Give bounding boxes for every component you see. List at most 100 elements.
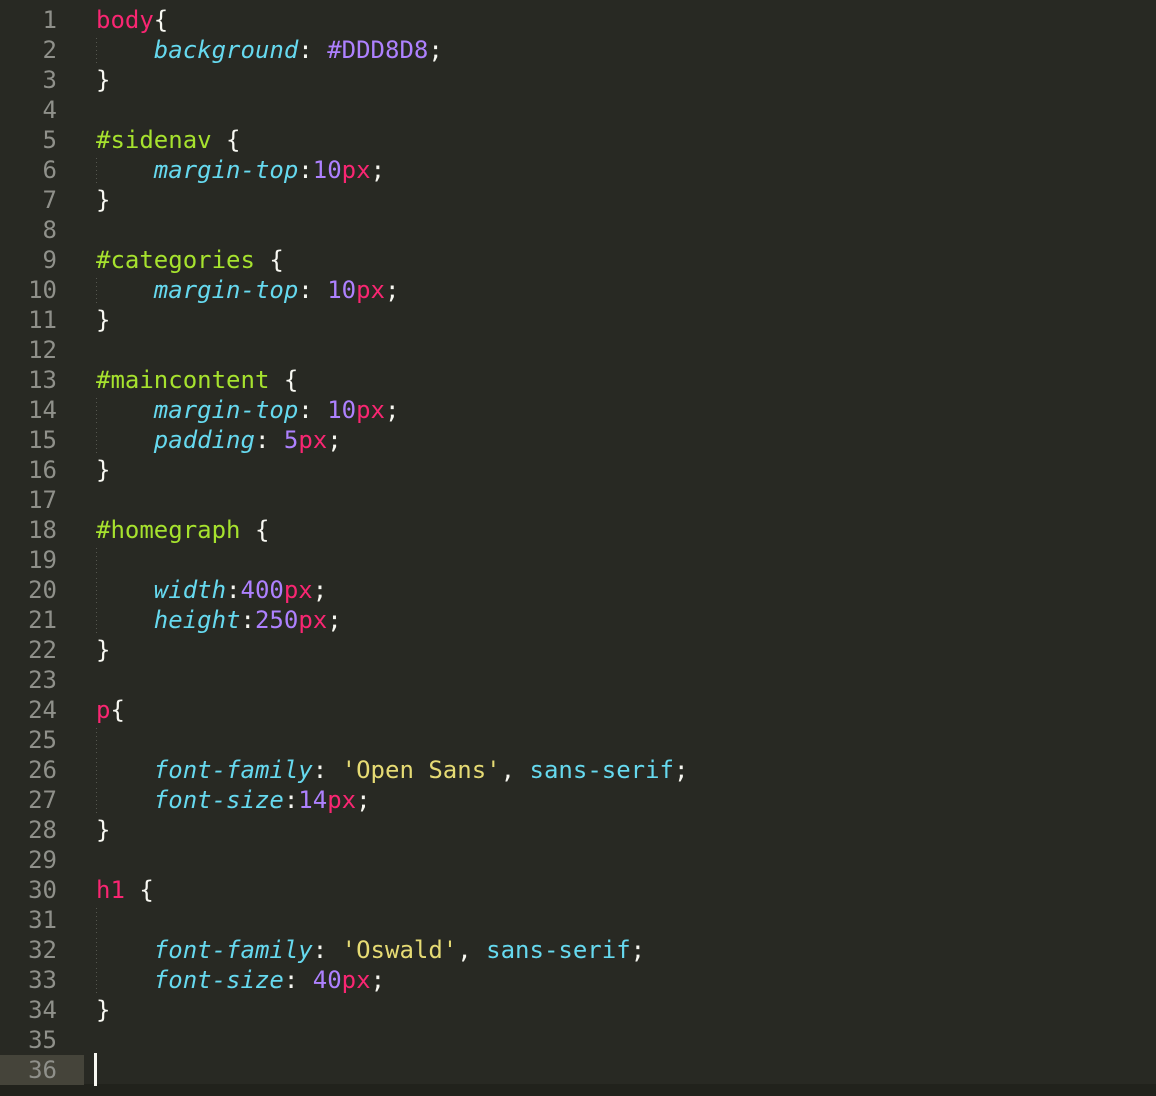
line-number: 30 [28,876,57,904]
token-punct: { [269,366,299,394]
code-line[interactable]: 8 [0,215,1156,245]
token-prop: margin-top [153,156,299,184]
token-ws [96,966,154,994]
code-line[interactable]: 27 font-size:14px; [0,785,1156,815]
token-punct: ; [356,786,371,814]
token-prop: font-family [153,936,313,964]
code-line[interactable]: 5 #sidenav { [0,125,1156,155]
code-line[interactable]: 26 font-family: 'Open Sans', sans-serif; [0,755,1156,785]
line-number: 2 [42,36,57,64]
token-ws [96,276,154,304]
token-prop: font-size [153,786,284,814]
code-text: #sidenav { [84,125,241,155]
code-text: } [84,455,110,485]
token-punct: { [240,516,270,544]
line-number: 35 [28,1026,57,1054]
token-unit: px [356,396,386,424]
code-line[interactable]: 22} [0,635,1156,665]
code-line[interactable]: 30 h1 { [0,875,1156,905]
token-punct: ; [674,756,689,784]
code-line[interactable]: 34} [0,995,1156,1025]
code-line[interactable]: 3} [0,65,1156,95]
code-text: padding: 5px; [84,425,342,455]
token-val: 5 [283,426,299,454]
code-line[interactable]: 25 [0,725,1156,755]
code-text: } [84,185,110,215]
code-text: #maincontent { [84,365,298,395]
code-line[interactable]: 11} [0,305,1156,335]
token-punct: : [254,426,284,454]
token-punct: ; [428,36,443,64]
code-line[interactable]: 19 [0,545,1156,575]
code-line[interactable]: 32 font-family: 'Oswald', sans-serif; [0,935,1156,965]
line-number: 21 [28,606,57,634]
code-line[interactable]: 31 [0,905,1156,935]
code-editor[interactable]: 1 body{2 background: #DDD8D8; 3} 4 5 #sidenav… [0,0,1156,1086]
token-prop: background [153,36,299,64]
code-line[interactable]: 9 #categories { [0,245,1156,275]
code-line[interactable]: 10 margin-top: 10px; [0,275,1156,305]
token-unit: px [327,786,357,814]
code-line[interactable]: 17 [0,485,1156,515]
code-text: font-size: 40px; [84,965,385,995]
code-line[interactable]: 33 font-size: 40px; [0,965,1156,995]
code-text: width:400px; [84,575,327,605]
token-punct: { [211,126,241,154]
code-text: margin-top: 10px; [84,275,399,305]
code-line[interactable]: 18 #homegraph { [0,515,1156,545]
code-text: font-family: 'Oswald', sans-serif; [84,935,645,965]
token-unit: px [341,966,371,994]
code-line[interactable]: 35 [0,1025,1156,1055]
code-line[interactable]: 20 width:400px; [0,575,1156,605]
code-line[interactable]: 13 #maincontent { [0,365,1156,395]
code-line[interactable]: 15 padding: 5px; [0,425,1156,455]
code-text: } [84,815,110,845]
token-unit: px [298,426,328,454]
line-number: 26 [28,756,57,784]
token-punct: ; [370,156,386,184]
code-line[interactable]: 29 [0,845,1156,875]
token-punct: { [254,246,284,274]
line-number: 32 [28,936,57,964]
token-ws [96,156,154,184]
token-sel: h1 [96,876,125,904]
token-prop: font-family [153,756,313,784]
code-line[interactable]: 28} [0,815,1156,845]
code-line[interactable]: 6 margin-top:10px; [0,155,1156,185]
line-number: 34 [28,996,57,1024]
code-line[interactable]: 14 margin-top: 10px; [0,395,1156,425]
token-punct: : [240,606,255,634]
code-line[interactable]: 1 body{ [0,5,1156,35]
line-number: 7 [42,186,57,214]
line-number: 12 [28,336,57,364]
token-punct: } [96,996,111,1024]
code-text: background: #DDD8D8; [84,35,443,65]
code-line[interactable]: 21 height:250px; [0,605,1156,635]
code-line[interactable]: 36 [0,1053,1156,1086]
token-val: 10 [312,156,342,184]
token-id: #maincontent [96,366,270,394]
code-line[interactable]: 24 p{ [0,695,1156,725]
token-id: #homegraph [96,516,241,544]
code-line[interactable]: 23 [0,665,1156,695]
code-text: body{ [84,5,168,35]
code-text: font-family: 'Open Sans', sans-serif; [84,755,688,785]
line-number: 6 [42,156,57,184]
line-number: 15 [28,426,57,454]
token-id: #categories [96,246,255,274]
token-punct: : [298,396,328,424]
code-line[interactable]: 2 background: #DDD8D8; [0,35,1156,65]
token-ws [96,576,154,604]
token-prop: width [153,576,227,604]
code-line[interactable]: 4 [0,95,1156,125]
token-prop: margin-top [153,276,299,304]
code-text: height:250px; [84,605,342,635]
token-const: sans-serif [486,936,631,964]
token-punct: : [298,276,328,304]
code-line[interactable]: 16} [0,455,1156,485]
code-text: margin-top: 10px; [84,395,399,425]
code-line[interactable]: 7} [0,185,1156,215]
code-line[interactable]: 12 [0,335,1156,365]
